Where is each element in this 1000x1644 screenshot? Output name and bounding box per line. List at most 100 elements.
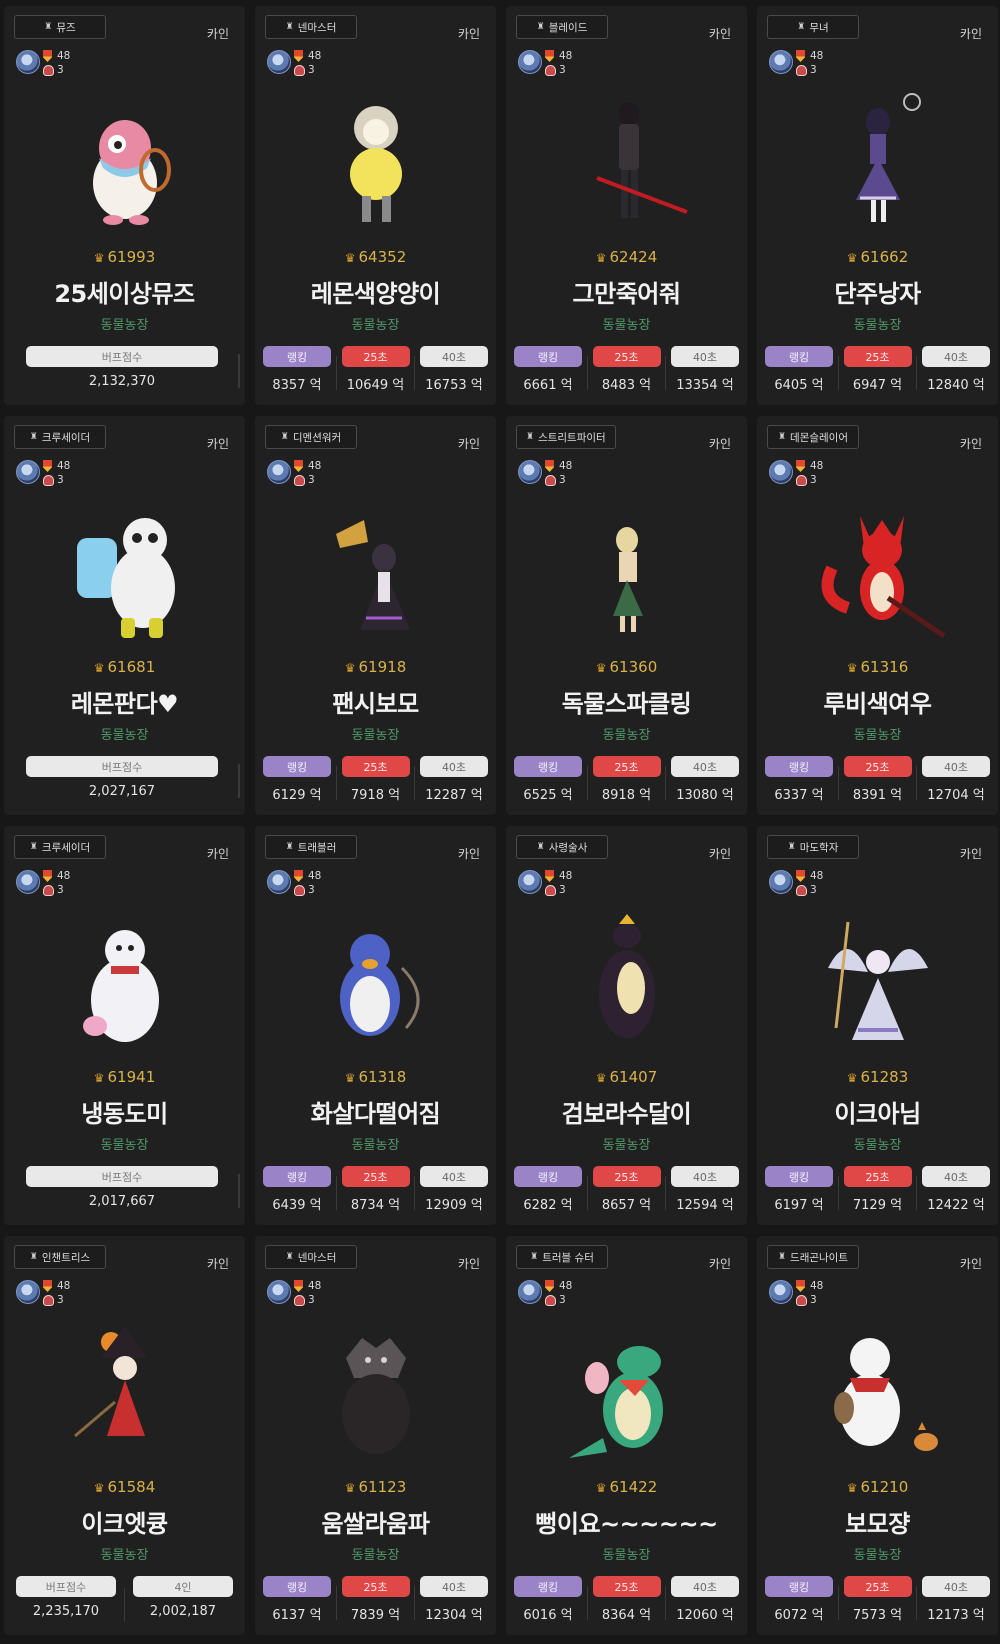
- dress-girl-sprite-icon[interactable]: [808, 88, 948, 228]
- rank-label[interactable]: 랭킹: [514, 1166, 582, 1187]
- guild-name[interactable]: 동물농장: [4, 314, 245, 333]
- crocodile-sprite-icon[interactable]: [557, 1318, 697, 1458]
- t25-label[interactable]: 25초: [341, 1166, 410, 1187]
- t25-label[interactable]: 25초: [592, 756, 661, 777]
- character-card[interactable]: ♜ 데몬슬레이어 카인 48 3 ♛ 61316 루비색여우 동물농장 랭킹 6337 억 25초 83…: [757, 416, 998, 815]
- character-name[interactable]: 화살다떨어짐: [255, 1094, 496, 1129]
- character-card[interactable]: ♜ 블레이드 카인 48 3 ♛ 62424 그만죽어줘 동물농장 랭킹 6661 억 25초 8483…: [506, 6, 747, 405]
- guild-name[interactable]: 동물농장: [506, 1134, 747, 1153]
- t25-label[interactable]: 25초: [843, 1576, 912, 1597]
- character-card[interactable]: ♜ 드래곤나이트 카인 48 3 ♛ 61210 보모쟝 동물농장 랭킹 6072 억 25초 7573…: [757, 1236, 998, 1635]
- white-bear-sprite-icon[interactable]: [55, 908, 195, 1048]
- t25-label[interactable]: 25초: [592, 1576, 661, 1597]
- t25-label[interactable]: 25초: [843, 756, 912, 777]
- street-girl-sprite-icon[interactable]: [557, 498, 697, 638]
- buff-label[interactable]: 버프점수: [26, 756, 218, 777]
- guild-name[interactable]: 동물농장: [506, 1544, 747, 1563]
- rank-label[interactable]: 랭킹: [263, 756, 331, 777]
- character-card[interactable]: ♜ 스트리트파이터 카인 48 3 ♛ 61360 독물스파클링 동물농장 랭킹 6525 억 25초…: [506, 416, 747, 815]
- snowman-sprite-icon[interactable]: [808, 1318, 948, 1458]
- t40-label[interactable]: 40초: [922, 756, 990, 777]
- guild-name[interactable]: 동물농장: [506, 724, 747, 743]
- t25-label[interactable]: 25초: [341, 1576, 410, 1597]
- guild-name[interactable]: 동물농장: [757, 314, 998, 333]
- rank-label[interactable]: 랭킹: [514, 756, 582, 777]
- rank-label[interactable]: 랭킹: [514, 1576, 582, 1597]
- guild-name[interactable]: 동물농장: [4, 724, 245, 743]
- otter-sprite-icon[interactable]: [557, 908, 697, 1048]
- buff-label[interactable]: 버프점수: [26, 346, 218, 367]
- rank-label[interactable]: 랭킹: [263, 1166, 331, 1187]
- guild-name[interactable]: 동물농장: [255, 1134, 496, 1153]
- rank-label[interactable]: 랭킹: [514, 346, 582, 367]
- guild-name[interactable]: 동물농장: [757, 1134, 998, 1153]
- guild-name[interactable]: 동물농장: [757, 1544, 998, 1563]
- character-card[interactable]: ♜ 크루세이더 카인 48 3 ♛ 61681 레몬판다♥ 동물농장 버프점수 2,027,167: [4, 416, 245, 815]
- t25-label[interactable]: 25초: [843, 1166, 912, 1187]
- t40-label[interactable]: 40초: [420, 1166, 488, 1187]
- character-card[interactable]: ♜ 뮤즈 카인 48 3 ♛ 61993 25세이상뮤즈 동물농장 버프점수 2,132,370: [4, 6, 245, 405]
- rank-label[interactable]: 랭킹: [765, 1166, 833, 1187]
- t40-label[interactable]: 40초: [420, 346, 488, 367]
- guild-name[interactable]: 동물농장: [4, 1544, 245, 1563]
- red-fox-sprite-icon[interactable]: [808, 498, 948, 639]
- black-wolf-sprite-icon[interactable]: [306, 1318, 446, 1458]
- witch-sprite-icon[interactable]: [306, 498, 446, 638]
- character-card[interactable]: ♜ 넨마스터 카인 48 3 ♛ 64352 레몬색양양이 동물농장 랭킹 8357 억 25초 106…: [255, 6, 496, 405]
- t40-label[interactable]: 40초: [671, 756, 739, 777]
- character-name[interactable]: 팬시보모: [255, 684, 496, 719]
- t40-label[interactable]: 40초: [420, 756, 488, 777]
- panda-sprite-icon[interactable]: [55, 498, 195, 638]
- t25-label[interactable]: 25초: [592, 346, 661, 367]
- t40-label[interactable]: 40초: [671, 1576, 739, 1597]
- angel-sprite-icon[interactable]: [808, 908, 948, 1048]
- rank-label[interactable]: 랭킹: [765, 1576, 833, 1597]
- t40-label[interactable]: 40초: [420, 1576, 488, 1597]
- character-card[interactable]: ♜ 마도학자 카인 48 3 ♛ 61283 이크아님 동물농장 랭킹 6197 억 25초 7129 …: [757, 826, 998, 1225]
- character-name[interactable]: 이크엣큥: [4, 1504, 245, 1539]
- blade-girl-sprite-icon[interactable]: [557, 88, 697, 228]
- guild-name[interactable]: 동물농장: [255, 314, 496, 333]
- character-card[interactable]: ♜ 디멘션워커 카인 48 3 ♛ 61918 팬시보모 동물농장 랭킹 6129 억 25초 7918…: [255, 416, 496, 815]
- t25-label[interactable]: 25초: [341, 346, 410, 367]
- character-name[interactable]: 레몬색양양이: [255, 274, 496, 309]
- character-card[interactable]: ♜ 트러블 슈터 카인 48 3 ♛ 61422 뻥이요~~~~~~ 동물농장 랭킹 6016 억2…: [506, 1236, 747, 1635]
- character-name[interactable]: 이크아님: [757, 1094, 998, 1129]
- rank-label[interactable]: 랭킹: [263, 346, 331, 367]
- party4-label[interactable]: 4인: [133, 1576, 233, 1597]
- character-name[interactable]: 검보라수달이: [506, 1094, 747, 1129]
- character-name[interactable]: 25세이상뮤즈: [4, 274, 245, 309]
- character-name[interactable]: 루비색여우: [757, 684, 998, 719]
- character-card[interactable]: ♜ 사령술사 카인 48 3 ♛ 61407 검보라수달이 동물농장 랭킹 6282 억 25초 865…: [506, 826, 747, 1225]
- t25-label[interactable]: 25초: [341, 756, 410, 777]
- t40-label[interactable]: 40초: [671, 346, 739, 367]
- guild-name[interactable]: 동물농장: [4, 1134, 245, 1153]
- rank-label[interactable]: 랭킹: [765, 346, 833, 367]
- guild-name[interactable]: 동물농장: [255, 724, 496, 743]
- character-name[interactable]: 냉동도미: [4, 1094, 245, 1129]
- t40-label[interactable]: 40초: [922, 1576, 990, 1597]
- character-name[interactable]: 뻥이요~~~~~~: [506, 1504, 747, 1539]
- character-card[interactable]: ♜ 무녀 카인 48 3 ♛ 61662 단주낭자 동물농장 랭킹 6405 억 25초 6947 억4…: [757, 6, 998, 405]
- character-name[interactable]: 독물스파클링: [506, 684, 747, 719]
- rank-label[interactable]: 랭킹: [765, 756, 833, 777]
- character-name[interactable]: 움쌀라움파: [255, 1504, 496, 1539]
- buff-label[interactable]: 버프점수: [26, 1166, 218, 1187]
- character-name[interactable]: 레몬판다♥: [4, 684, 245, 719]
- guild-name[interactable]: 동물농장: [506, 314, 747, 333]
- rank-label[interactable]: 랭킹: [263, 1576, 331, 1597]
- pumpkin-witch-sprite-icon[interactable]: [55, 1318, 195, 1458]
- t25-label[interactable]: 25초: [843, 346, 912, 367]
- character-name[interactable]: 보모쟝: [757, 1504, 998, 1539]
- blue-penguin-sprite-icon[interactable]: [306, 908, 446, 1048]
- character-name[interactable]: 그만죽어줘: [506, 274, 747, 309]
- character-name[interactable]: 단주낭자: [757, 274, 998, 309]
- guild-name[interactable]: 동물농장: [757, 724, 998, 743]
- character-card[interactable]: ♜ 크루세이더 카인 48 3 ♛ 61941 냉동도미 동물농장 버프점수 2,017,667: [4, 826, 245, 1225]
- t40-label[interactable]: 40초: [922, 346, 990, 367]
- character-card[interactable]: ♜ 인챈트리스 카인 48 3 ♛ 61584 이크엣큥 동물농장 버프점수 2,235,170 4인…: [4, 1236, 245, 1635]
- character-card[interactable]: ♜ 넨마스터 카인 48 3 ♛ 61123 움쌀라움파 동물농장 랭킹 6137 억 25초 7839…: [255, 1236, 496, 1635]
- t25-label[interactable]: 25초: [592, 1166, 661, 1187]
- t40-label[interactable]: 40초: [671, 1166, 739, 1187]
- pink-penguin-sprite-icon[interactable]: [55, 88, 195, 228]
